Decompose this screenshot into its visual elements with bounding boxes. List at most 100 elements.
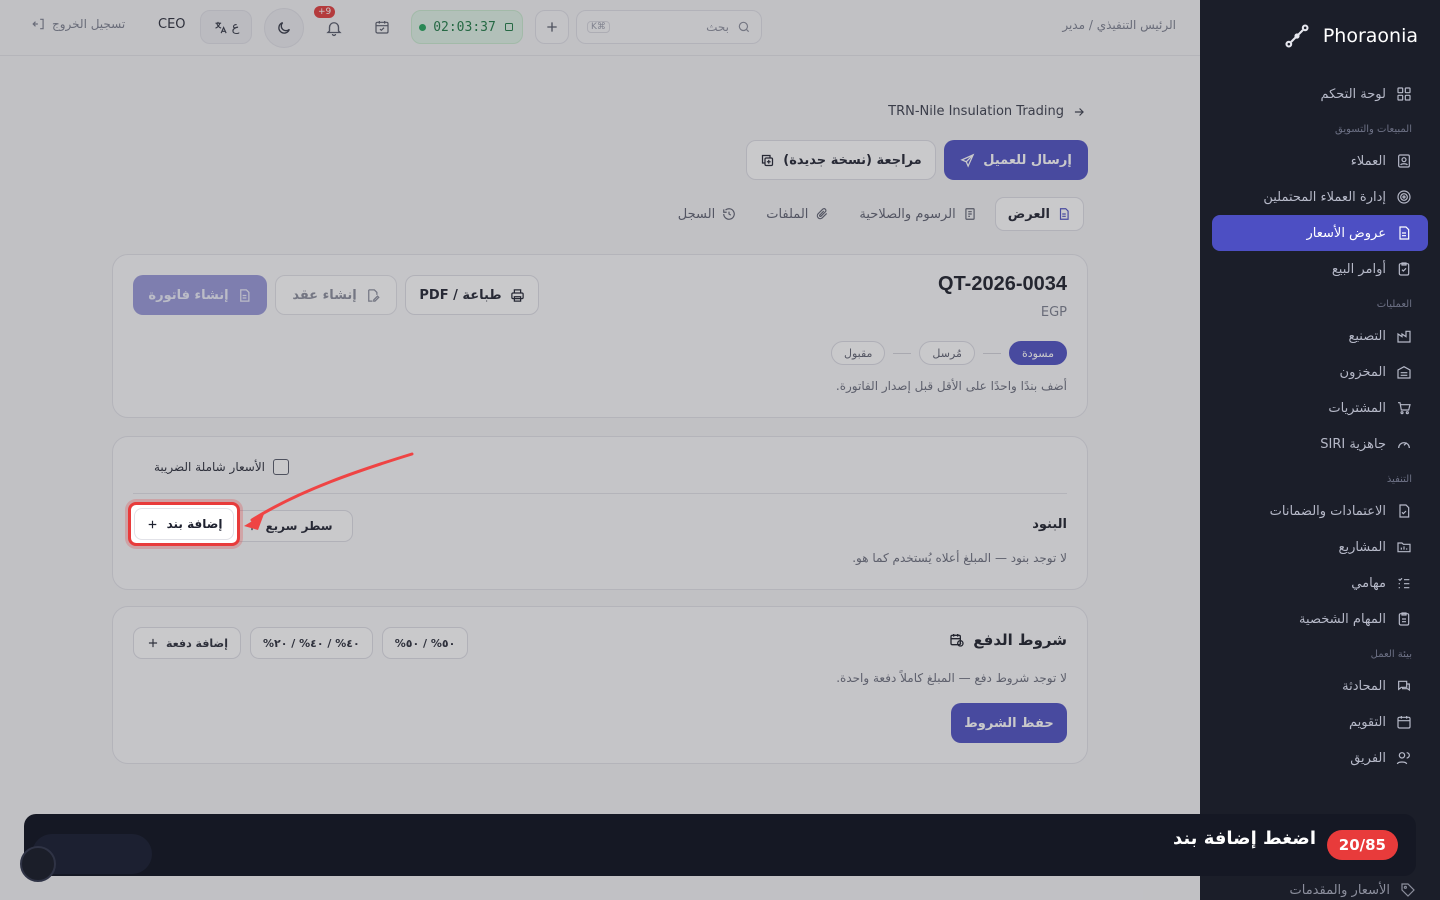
sidebar-item-label: المشتريات bbox=[1328, 400, 1386, 416]
status-sent[interactable]: مُرسل bbox=[919, 341, 975, 365]
create-contract-button[interactable]: إنشاء عقد bbox=[275, 275, 397, 315]
file-signature-icon bbox=[367, 288, 380, 302]
sidebar-item-label: عروض الأسعار bbox=[1306, 225, 1387, 241]
tour-instruction: اضغط إضافة بند bbox=[1172, 828, 1316, 849]
search-input[interactable]: K⌘ بحث bbox=[576, 10, 762, 44]
quote-number: QT-2026-0034 bbox=[938, 273, 1067, 295]
translate-icon bbox=[214, 21, 227, 33]
sidebar-item-tasks[interactable]: مهامي bbox=[1212, 565, 1428, 601]
sidebar-item-sales-orders[interactable]: أوامر البيع bbox=[1212, 251, 1428, 287]
status-accepted[interactable]: مقبول bbox=[830, 341, 886, 365]
target-icon bbox=[1397, 190, 1411, 204]
tab-label: الملفات bbox=[766, 206, 809, 222]
nav-group-sales: المبيعات والتسويق bbox=[1335, 124, 1412, 135]
sidebar-item-label: إدارة العملاء المحتملين bbox=[1263, 189, 1386, 205]
language-toggle[interactable]: ع bbox=[200, 10, 252, 44]
divider bbox=[133, 493, 1067, 494]
tab-label: العرض bbox=[1007, 206, 1050, 222]
grid-icon bbox=[1397, 87, 1411, 101]
sidebar-item-leads[interactable]: إدارة العملاء المحتملين bbox=[1212, 179, 1428, 215]
print-pdf-button[interactable]: طباعة / PDF bbox=[405, 275, 539, 315]
create-invoice-button[interactable]: إنشاء فاتورة bbox=[133, 275, 267, 315]
sidebar-item-dashboard[interactable]: لوحة التحكم bbox=[1212, 76, 1428, 112]
sidebar-item-team[interactable]: الفريق bbox=[1212, 740, 1428, 776]
theme-toggle[interactable] bbox=[264, 8, 304, 48]
tab-files[interactable]: الملفات bbox=[754, 197, 841, 231]
sidebar-item-label: المحادثة bbox=[1342, 678, 1386, 694]
send-icon bbox=[960, 153, 975, 168]
calendar-button[interactable] bbox=[365, 10, 399, 44]
tax-inclusive-checkbox[interactable]: الأسعار شاملة الضريبة bbox=[154, 459, 289, 475]
revise-button[interactable]: مراجعة (نسخة جديدة) bbox=[746, 140, 936, 180]
quick-row-button[interactable]: سطر سريع bbox=[225, 510, 353, 542]
timer-value: 02:03:37 bbox=[433, 19, 496, 35]
add-item-button[interactable]: إضافة بند bbox=[134, 508, 234, 540]
send-label: إرسال للعميل bbox=[983, 152, 1072, 168]
status-draft[interactable]: مسودة bbox=[1008, 341, 1067, 365]
status-connector bbox=[893, 352, 912, 354]
tour-side-controls bbox=[20, 814, 200, 882]
paperclip-icon bbox=[817, 208, 828, 220]
sidebar-item-siri[interactable]: جاهزية SIRI bbox=[1212, 426, 1428, 462]
logout-button[interactable]: تسجيل الخروج bbox=[32, 17, 125, 31]
plus-icon bbox=[248, 521, 257, 531]
plus-icon bbox=[547, 22, 557, 32]
work-timer[interactable]: 02:03:37 bbox=[411, 10, 523, 44]
nav-group-ops: العمليات bbox=[1376, 299, 1412, 310]
tour-highlight: إضافة بند bbox=[128, 502, 240, 546]
sidebar-item-quotes[interactable]: عروض الأسعار bbox=[1212, 215, 1428, 251]
revise-label: مراجعة (نسخة جديدة) bbox=[783, 152, 922, 168]
sidebar-item-prices[interactable]: الأسعار والمقدمات bbox=[1290, 882, 1417, 898]
sidebar-item-personal-tasks[interactable]: المهام الشخصية bbox=[1212, 601, 1428, 637]
save-terms-button[interactable]: حفظ الشروط bbox=[951, 703, 1067, 743]
quick-add-button[interactable] bbox=[535, 10, 569, 44]
moon-icon bbox=[278, 22, 290, 34]
tab-history[interactable]: السجل bbox=[666, 197, 748, 231]
logout-icon bbox=[32, 18, 44, 30]
search-icon bbox=[738, 21, 750, 33]
preset-50-50[interactable]: ٥٠% / ٥٠% bbox=[381, 627, 469, 659]
document-icon bbox=[1399, 226, 1410, 240]
brand-name: Phoraonia bbox=[1322, 25, 1418, 47]
add-payment-button[interactable]: إضافة دفعة bbox=[133, 627, 241, 659]
back-link[interactable]: TRN-Nile Insulation Trading bbox=[888, 104, 1086, 119]
sidebar-item-clients[interactable]: العملاء bbox=[1212, 143, 1428, 179]
sidebar-item-chat[interactable]: المحادثة bbox=[1212, 668, 1428, 704]
sidebar-item-calendar[interactable]: التقويم bbox=[1212, 704, 1428, 740]
sidebar-item-inventory[interactable]: المخزون bbox=[1212, 354, 1428, 390]
user-role: CEO bbox=[158, 17, 186, 32]
sidebar-item-projects[interactable]: المشاريع bbox=[1212, 529, 1428, 565]
sidebar-item-label: التقويم bbox=[1348, 714, 1386, 730]
help-fab[interactable] bbox=[20, 846, 56, 882]
invoice-hint: أضف بندًا واحدًا على الأقل قبل إصدار الف… bbox=[835, 379, 1067, 393]
printer-icon bbox=[510, 288, 524, 302]
logo-icon bbox=[1285, 24, 1309, 48]
create-invoice-label: إنشاء فاتورة bbox=[148, 287, 229, 303]
checkbox-box[interactable] bbox=[273, 459, 289, 475]
invoice-icon bbox=[239, 288, 250, 302]
folder-chart-icon bbox=[1397, 542, 1411, 553]
factory-icon bbox=[1397, 330, 1411, 343]
tab-fees[interactable]: الرسوم والصلاحية bbox=[847, 197, 988, 231]
tab-label: السجل bbox=[677, 206, 716, 222]
brand[interactable]: Phoraonia bbox=[1200, 0, 1440, 72]
clipboard-check-icon bbox=[1398, 262, 1410, 276]
send-to-client-button[interactable]: إرسال للعميل bbox=[944, 140, 1088, 180]
payment-terms-card: شروط الدفع لا توجد شروط دفع — المبلغ كام… bbox=[112, 606, 1088, 764]
sidebar-item-purchases[interactable]: المشتريات bbox=[1212, 390, 1428, 426]
preset-40-40-20[interactable]: ٤٠% / ٤٠% / ٢٠% bbox=[249, 627, 373, 659]
document-icon bbox=[1059, 208, 1069, 220]
plus-icon bbox=[148, 520, 156, 528]
page-breadcrumb: الرئيس التنفيذي / مدير bbox=[1062, 18, 1176, 32]
tab-offer[interactable]: العرض bbox=[994, 197, 1084, 231]
sidebar-item-credits[interactable]: الاعتمادات والضمانات bbox=[1212, 493, 1428, 529]
search-kbd-hint: K⌘ bbox=[587, 21, 610, 33]
payment-title-label: شروط الدفع bbox=[973, 631, 1067, 649]
sidebar: Phoraonia لوحة التحكم المبيعات والتسويق … bbox=[1200, 0, 1440, 900]
main-content: TRN-Nile Insulation Trading إرسال للعميل… bbox=[0, 56, 1200, 900]
calendar-clock-icon bbox=[950, 634, 964, 647]
sidebar-nav: لوحة التحكم المبيعات والتسويق العملاء إد… bbox=[1200, 72, 1440, 776]
sidebar-item-manufacturing[interactable]: التصنيع bbox=[1212, 318, 1428, 354]
arrow-right-icon bbox=[1074, 107, 1084, 116]
add-item-label: إضافة بند bbox=[166, 517, 223, 531]
